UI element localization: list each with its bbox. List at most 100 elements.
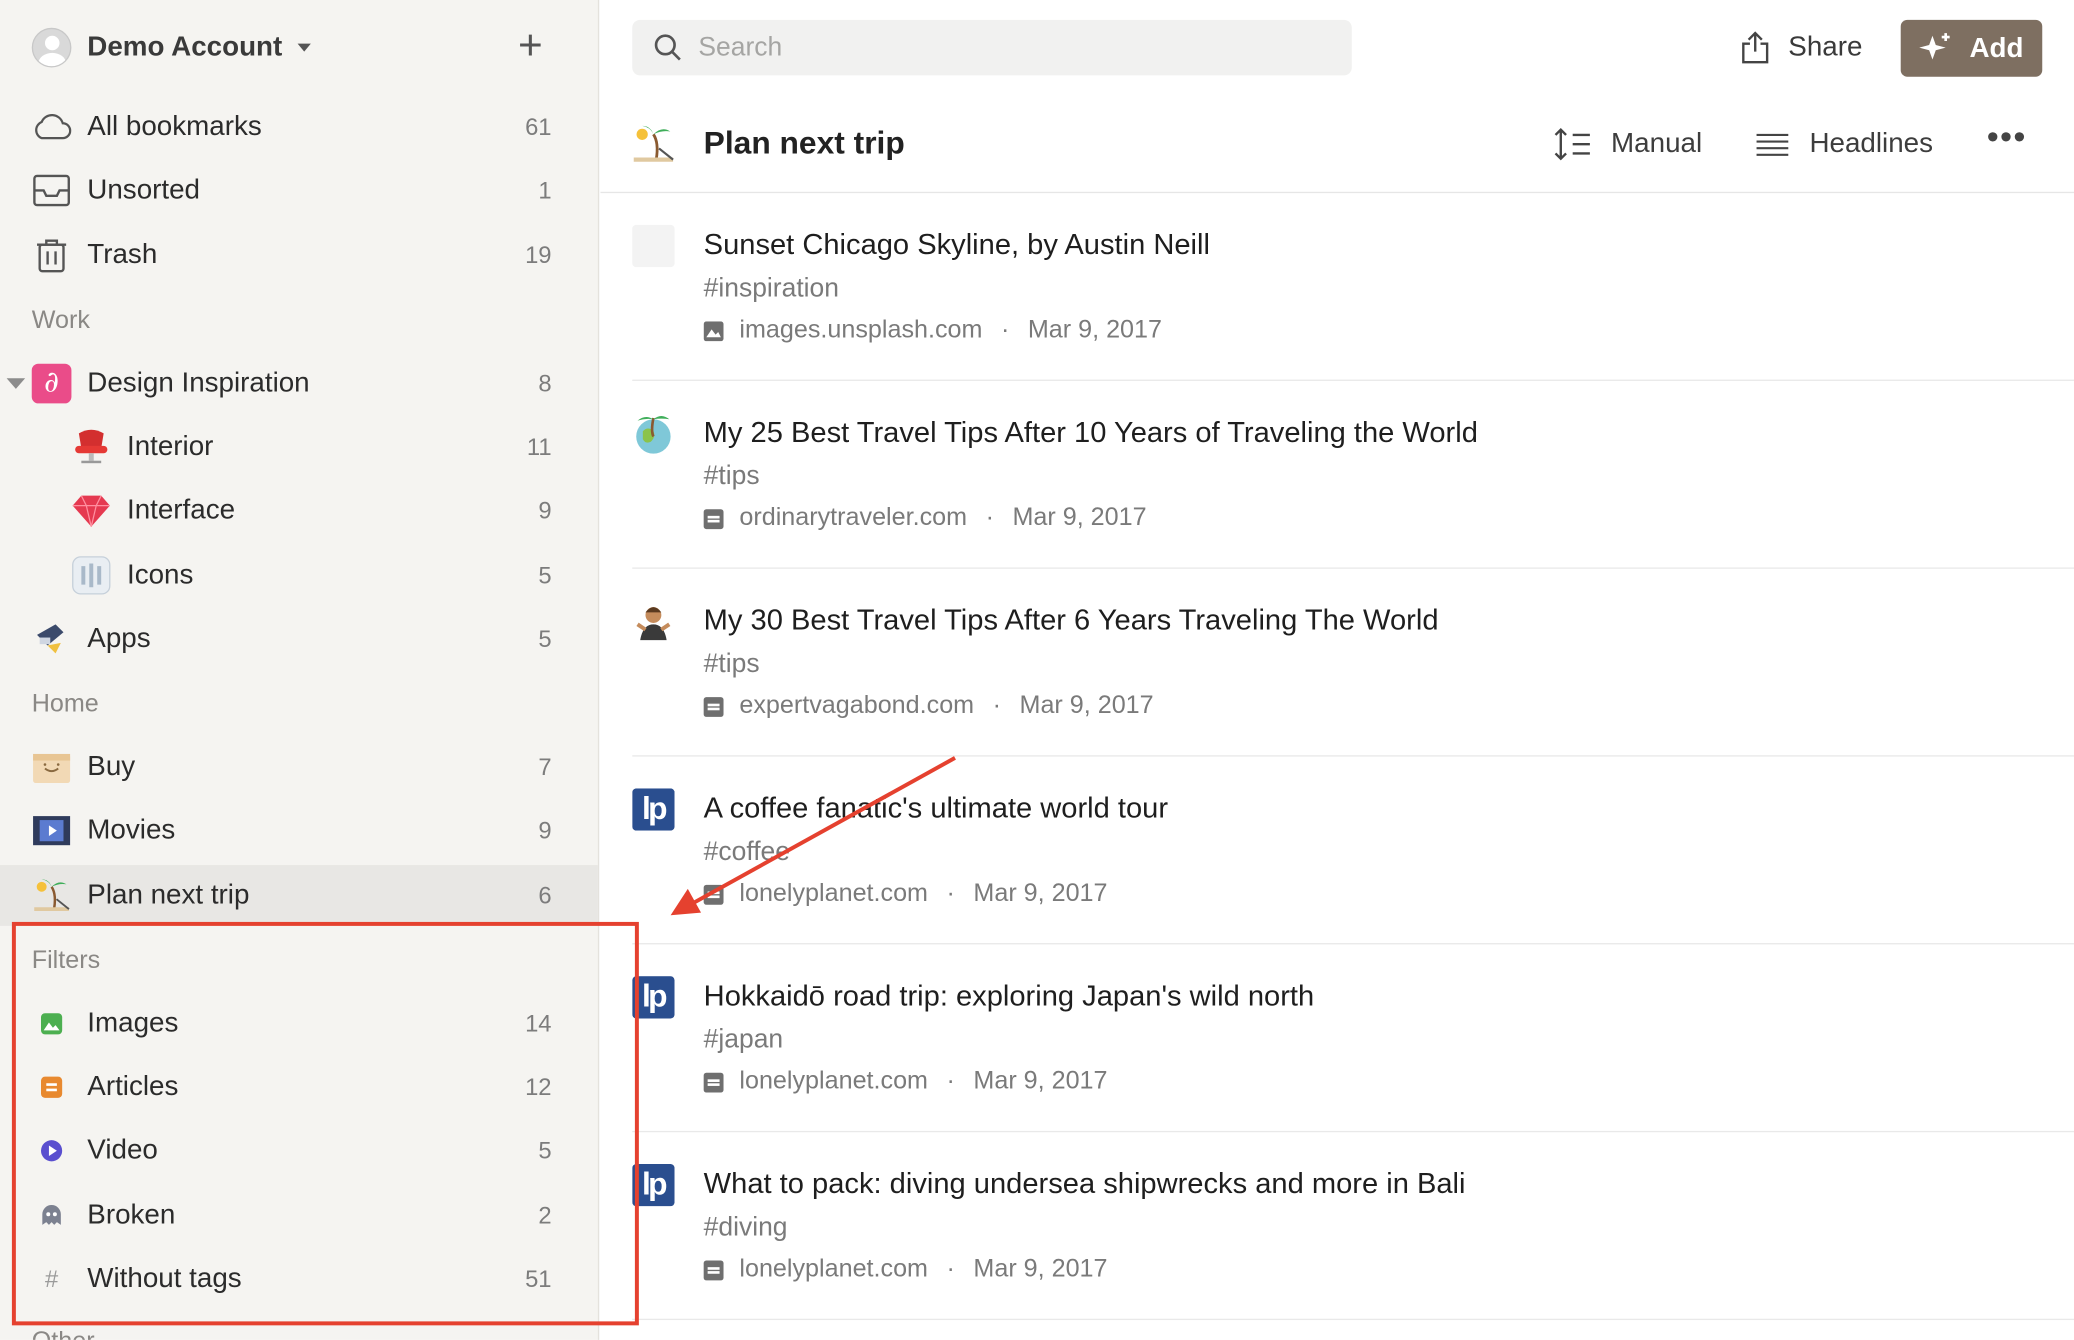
sidebar-item-count: 12 bbox=[525, 1073, 552, 1100]
account-switcher[interactable]: Demo Account bbox=[31, 26, 312, 68]
sidebar-item-count: 5 bbox=[538, 624, 552, 652]
more-options-icon[interactable]: ••• bbox=[1987, 119, 2027, 164]
sparkle-add-icon bbox=[1919, 32, 1950, 59]
sidebar-item-label: Images bbox=[87, 1007, 179, 1039]
sidebar-item-count: 19 bbox=[525, 241, 552, 268]
beach-icon bbox=[631, 122, 676, 167]
sidebar-item-count: 2 bbox=[538, 1201, 552, 1229]
bookmark-meta: ordinarytraveler.com · Mar 9, 2017 bbox=[703, 503, 1147, 533]
sidebar-item-broken[interactable]: Broken 2 bbox=[0, 1185, 598, 1246]
bookmark-title[interactable]: A coffee fanatic's ultimate world tour bbox=[704, 791, 1168, 825]
view-mode-button[interactable]: Headlines bbox=[1754, 124, 1933, 164]
headlines-icon bbox=[1756, 133, 1789, 156]
expand-arrow-icon[interactable] bbox=[6, 378, 26, 389]
bookmark-date: Mar 9, 2017 bbox=[973, 879, 1108, 908]
sidebar-item-apps[interactable]: Apps 5 bbox=[0, 608, 598, 669]
bookmark-item[interactable]: lp Hokkaidō road trip: exploring Japan's… bbox=[632, 944, 2074, 1133]
chair-icon bbox=[71, 427, 111, 467]
bookmark-item[interactable]: My 30 Best Travel Tips After 6 Years Tra… bbox=[632, 569, 2074, 757]
search-input[interactable] bbox=[698, 32, 1307, 63]
bookmark-item[interactable]: My 25 Best Travel Tips After 10 Years of… bbox=[632, 381, 2074, 569]
meta-separator: · bbox=[992, 691, 1001, 720]
add-label: Add bbox=[1969, 32, 2024, 63]
bookmark-title[interactable]: My 30 Best Travel Tips After 6 Years Tra… bbox=[704, 603, 1439, 637]
sidebar-item-video[interactable]: Video 5 bbox=[0, 1120, 598, 1181]
image-type-icon bbox=[703, 320, 724, 341]
article-type-icon bbox=[703, 884, 724, 905]
add-button[interactable]: Add bbox=[1900, 19, 2043, 77]
bookmark-tag[interactable]: #diving bbox=[704, 1213, 788, 1243]
bookmark-title[interactable]: Sunset Chicago Skyline, by Austin Neill bbox=[704, 228, 1210, 262]
bookmark-tag[interactable]: #inspiration bbox=[704, 274, 839, 304]
sidebar-item-articles[interactable]: Articles 12 bbox=[0, 1057, 598, 1118]
lonely-planet-logo: lp bbox=[632, 788, 675, 831]
search-icon bbox=[654, 34, 681, 61]
bookmark-tag[interactable]: #coffee bbox=[704, 837, 790, 867]
sidebar-item-movies[interactable]: Movies 9 bbox=[0, 800, 598, 861]
bookmark-domain: lonelyplanet.com bbox=[739, 1255, 928, 1284]
bookmark-tag[interactable]: #japan bbox=[704, 1025, 783, 1055]
sidebar-item-count: 14 bbox=[525, 1009, 552, 1037]
bookmark-title[interactable]: Hokkaidō road trip: exploring Japan's wi… bbox=[704, 979, 1315, 1013]
sidebar-item-count: 5 bbox=[538, 561, 552, 588]
bookmark-date: Mar 9, 2017 bbox=[1027, 316, 1162, 344]
sidebar-item-icons[interactable]: Icons 5 bbox=[0, 545, 598, 606]
sidebar-item-interior[interactable]: Interior 11 bbox=[0, 417, 598, 478]
sidebar-item-interface[interactable]: Interface 9 bbox=[0, 480, 598, 541]
new-collection-button[interactable]: + bbox=[513, 24, 547, 66]
bookmark-item[interactable]: Sunset Chicago Skyline, by Austin Neill … bbox=[632, 193, 2074, 381]
account-name: Demo Account bbox=[87, 31, 283, 63]
icons-icon bbox=[71, 556, 111, 596]
chevron-down-icon bbox=[298, 43, 312, 52]
bookmark-date: Mar 9, 2017 bbox=[1019, 691, 1154, 720]
bookmark-item[interactable]: lp A coffee fanatic's ultimate world tou… bbox=[632, 757, 2074, 945]
sidebar-item-all-bookmarks[interactable]: All bookmarks 61 bbox=[0, 97, 598, 158]
bookmark-title[interactable]: My 25 Best Travel Tips After 10 Years of… bbox=[704, 415, 1478, 449]
sidebar-item-count: 9 bbox=[538, 816, 552, 844]
section-title-work: Work bbox=[31, 306, 90, 335]
sidebar: Demo Account + All bookmarks 61 Unsorted… bbox=[0, 0, 600, 1340]
beach-icon bbox=[32, 876, 72, 916]
cloud-icon bbox=[32, 107, 72, 147]
bookmark-tag[interactable]: #tips bbox=[704, 649, 760, 679]
image-icon bbox=[32, 1004, 72, 1044]
sort-button[interactable]: Manual bbox=[1553, 124, 1702, 164]
sidebar-item-plan-next-trip[interactable]: Plan next trip 6 bbox=[0, 865, 598, 926]
share-button[interactable]: Share bbox=[1741, 24, 1863, 72]
bookmark-thumbnail bbox=[632, 224, 675, 268]
bookmark-date: Mar 9, 2017 bbox=[973, 1255, 1108, 1284]
sidebar-item-label: Movies bbox=[87, 814, 176, 846]
bookmark-title[interactable]: What to pack: diving undersea shipwrecks… bbox=[704, 1167, 1466, 1201]
sidebar-item-images[interactable]: Images 14 bbox=[0, 993, 598, 1054]
sidebar-item-count: 1 bbox=[538, 176, 552, 204]
sidebar-item-buy[interactable]: Buy 7 bbox=[0, 737, 598, 798]
sidebar-item-label: Video bbox=[87, 1134, 158, 1166]
bookmark-item[interactable]: lp What to pack: diving undersea shipwre… bbox=[632, 1132, 2074, 1321]
bookmark-date: Mar 9, 2017 bbox=[1012, 503, 1147, 532]
sort-label: Manual bbox=[1611, 128, 1703, 159]
share-label: Share bbox=[1788, 31, 1863, 63]
sidebar-item-count: 51 bbox=[525, 1265, 552, 1292]
bookmark-tag[interactable]: #tips bbox=[704, 462, 760, 492]
play-icon bbox=[32, 1131, 72, 1171]
sidebar-item-label: Design Inspiration bbox=[87, 367, 310, 399]
sidebar-item-label: Plan next trip bbox=[87, 879, 250, 911]
hash-icon: # bbox=[44, 1265, 59, 1292]
sidebar-item-count: 61 bbox=[525, 113, 552, 140]
bookmark-date: Mar 9, 2017 bbox=[973, 1067, 1108, 1096]
sidebar-item-without-tags[interactable]: # Without tags 51 bbox=[0, 1249, 598, 1310]
meta-separator: · bbox=[985, 503, 994, 532]
article-type-icon bbox=[703, 508, 724, 529]
sidebar-item-trash[interactable]: Trash 19 bbox=[0, 225, 598, 286]
share-icon bbox=[1742, 31, 1769, 64]
sidebar-item-unsorted[interactable]: Unsorted 1 bbox=[0, 160, 598, 221]
search-field[interactable] bbox=[632, 19, 1352, 76]
bookmark-domain: lonelyplanet.com bbox=[739, 879, 928, 908]
sidebar-item-label: Broken bbox=[87, 1199, 176, 1231]
collection-header: Plan next trip Manual Headlines ••• bbox=[600, 106, 2074, 194]
sidebar-item-count: 5 bbox=[538, 1136, 552, 1164]
lonely-planet-logo: lp bbox=[632, 976, 675, 1019]
sidebar-item-label: Trash bbox=[87, 239, 158, 270]
sidebar-item-design-inspiration[interactable]: ∂ Design Inspiration 8 bbox=[0, 353, 598, 414]
article-type-icon bbox=[703, 696, 724, 717]
